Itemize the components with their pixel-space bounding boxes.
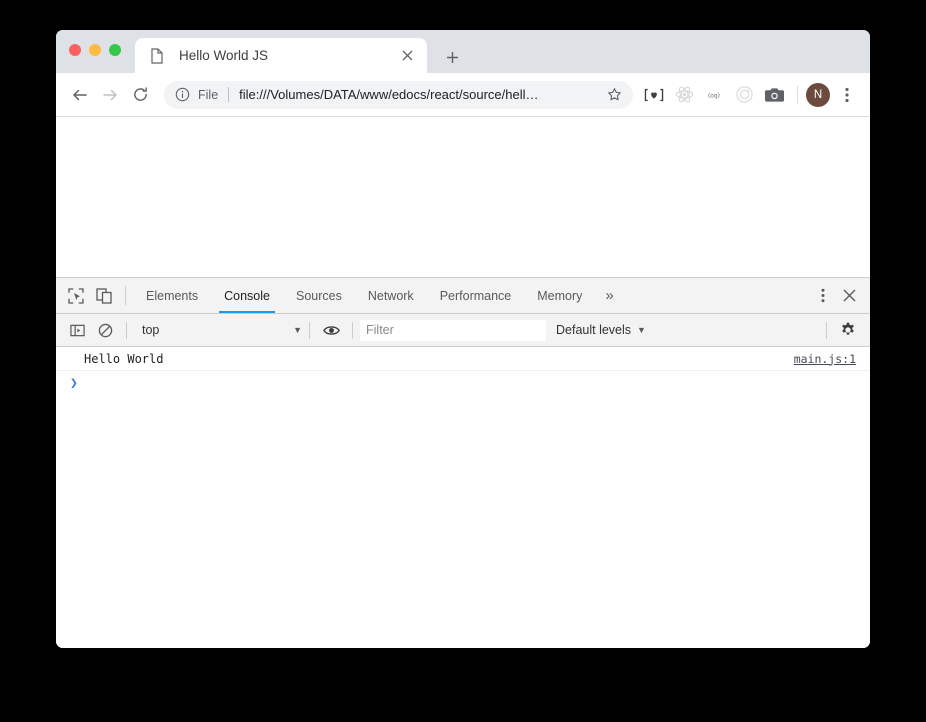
console-source-link[interactable]: main.js:1 — [794, 352, 856, 366]
address-bar[interactable]: File file:///Volumes/DATA/www/edocs/reac… — [164, 80, 633, 109]
chevron-down-icon: ▼ — [637, 325, 646, 335]
devtools-menu-icon[interactable] — [810, 283, 836, 309]
console-prompt-arrow: ❯ — [70, 375, 78, 391]
filterbar-divider-4 — [826, 321, 827, 339]
camera-extension-icon[interactable] — [761, 82, 787, 108]
new-tab-button[interactable] — [438, 43, 466, 71]
filterbar-divider-1 — [126, 321, 127, 339]
tab-elements[interactable]: Elements — [133, 278, 211, 313]
page-viewport — [56, 117, 870, 277]
reload-icon[interactable] — [125, 80, 155, 110]
tab-sources[interactable]: Sources — [283, 278, 355, 313]
tab-console[interactable]: Console — [211, 278, 283, 313]
url-text: file:///Volumes/DATA/www/edocs/react/sou… — [239, 87, 539, 102]
window-minimize-button[interactable] — [89, 44, 101, 56]
more-tabs-button[interactable]: » — [595, 278, 623, 313]
avatar[interactable]: N — [806, 82, 830, 107]
clear-console-icon[interactable] — [91, 323, 119, 338]
chevron-down-icon: ▼ — [293, 325, 302, 335]
window-close-button[interactable] — [69, 44, 81, 56]
filterbar-divider-2 — [309, 321, 310, 339]
console-filter-input[interactable] — [360, 319, 546, 341]
browser-toolbar: File file:///Volumes/DATA/www/edocs/reac… — [56, 73, 870, 117]
tab-network-label: Network — [367, 288, 414, 303]
tab-performance[interactable]: Performance — [427, 278, 525, 313]
tab-sources-label: Sources — [295, 288, 342, 303]
devtools-tabbar-spacer — [624, 278, 795, 313]
window-traffic-lights — [69, 44, 121, 56]
console-levels-selector[interactable]: Default levels ▼ — [556, 323, 646, 337]
inspect-element-icon[interactable] — [62, 278, 90, 313]
console-context-label: top — [142, 323, 160, 337]
console-output[interactable]: Hello World main.js:1 ❯ — [56, 347, 870, 648]
browser-window: Hello World JS File file:///Volumes/DATA… — [56, 30, 870, 648]
console-context-selector[interactable]: top ▼ — [134, 323, 302, 337]
browser-tab-title: Hello World JS — [179, 48, 269, 63]
security-label: File — [198, 87, 219, 102]
console-levels-label: Default levels — [556, 323, 632, 337]
svg-text:(oq): (oq) — [708, 93, 720, 99]
tab-elements-label: Elements — [146, 288, 199, 303]
devtools-tabbar-divider — [125, 286, 126, 305]
tab-memory-label: Memory — [537, 288, 583, 303]
tab-network[interactable]: Network — [355, 278, 427, 313]
console-message-row[interactable]: Hello World main.js:1 — [56, 347, 870, 371]
filterbar-divider-3 — [352, 321, 353, 339]
tab-strip: Hello World JS — [56, 30, 870, 73]
gear-icon[interactable] — [834, 322, 862, 338]
react-devtools-icon[interactable] — [671, 82, 697, 108]
console-sidebar-icon[interactable] — [63, 323, 91, 338]
devtools-close-icon[interactable] — [836, 283, 862, 309]
star-icon[interactable] — [601, 82, 627, 108]
device-toolbar-icon[interactable] — [90, 278, 118, 313]
text-badge-extension-icon[interactable]: (oq) — [701, 82, 727, 108]
page-icon — [149, 47, 165, 64]
browser-tab[interactable]: Hello World JS — [135, 38, 427, 73]
bracket-heart-extension-icon[interactable] — [641, 82, 667, 108]
tab-close-icon[interactable] — [397, 46, 417, 66]
tab-performance-label: Performance — [439, 288, 512, 303]
toolbar-divider — [797, 85, 798, 104]
three-dot-menu-icon[interactable] — [834, 82, 860, 108]
info-circle-icon[interactable] — [174, 86, 191, 103]
tab-memory[interactable]: Memory — [524, 278, 595, 313]
back-arrow-icon[interactable] — [65, 80, 95, 110]
devtools-tabbar: Elements Console Sources Network Perform… — [56, 278, 870, 314]
window-maximize-button[interactable] — [109, 44, 121, 56]
live-expression-icon[interactable] — [317, 324, 345, 337]
tab-console-label: Console — [224, 288, 270, 303]
omnibox-divider — [228, 87, 230, 102]
forward-arrow-icon[interactable] — [95, 80, 125, 110]
console-message-text: Hello World — [84, 351, 164, 366]
spiral-extension-icon[interactable] — [731, 82, 757, 108]
devtools-tabbar-actions — [795, 278, 870, 313]
console-prompt-row[interactable]: ❯ — [56, 371, 870, 395]
devtools-panel: Elements Console Sources Network Perform… — [56, 277, 870, 648]
console-filter-bar: top ▼ Default levels ▼ — [56, 314, 870, 347]
